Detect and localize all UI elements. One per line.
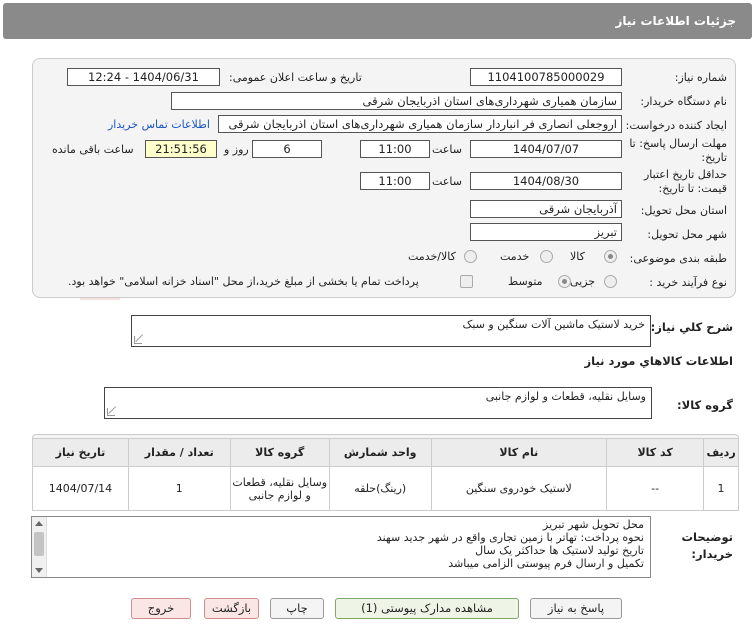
category-option-goods: کالا (570, 250, 585, 263)
category-option-both: کالا/خدمت (408, 250, 456, 263)
note-line: محل تحویل شهر تبریز (543, 518, 644, 531)
summary-label: شرح کلي نياز: (650, 320, 733, 334)
scroll-down-icon[interactable] (35, 568, 43, 573)
need-number-label: شماره نیاز: (674, 71, 727, 84)
cell-code: -- (606, 466, 705, 511)
deadline-date-field: 1404/07/07 (470, 140, 622, 158)
resize-grip[interactable] (107, 408, 115, 416)
deadline-time-field: 11:00 (360, 140, 430, 158)
cell-unit: (رینگ)حلقه (328, 466, 432, 511)
buyer-notes-label-2: خریدار: (691, 547, 733, 561)
validity-time-field: 11:00 (360, 172, 430, 190)
goods-table: ردیف کد کالا نام کالا واحد شمارش گروه کا… (32, 438, 739, 511)
print-button[interactable]: چاپ (270, 598, 324, 619)
process-label: نوع فرآیند خرید : (649, 276, 727, 289)
days-field: 6 (252, 140, 322, 158)
category-radio-both[interactable] (464, 250, 477, 263)
validity-label: حداقل تاریخ اعتبار (643, 168, 727, 181)
days-label: روز و (224, 143, 249, 156)
col-header: تاریخ نیاز (32, 438, 129, 467)
view-attachments-button[interactable]: مشاهده مدارک پیوستی (1) (335, 598, 519, 619)
deadline-label-date: تاریخ: (701, 151, 727, 164)
payment-note: پرداخت تمام یا بخشی از مبلغ خرید،از محل … (68, 275, 419, 288)
city-label: شهر محل تحویل: (647, 228, 727, 241)
process-radio-medium[interactable] (558, 275, 571, 288)
buyer-notes-box: محل تحویل شهر تبریز نحوه پرداخت: تهاتر ب… (31, 516, 651, 578)
contact-buyer-link[interactable]: اطلاعات تماس خریدار (108, 118, 210, 131)
back-button[interactable]: بازگشت (204, 598, 259, 619)
province-label: استان محل تحویل: (640, 204, 727, 217)
buyer-org-field: سازمان همیاری شهرداری‌های استان اذربایجا… (171, 92, 622, 110)
exit-button[interactable]: خروج (131, 598, 191, 619)
notes-scrollbar[interactable] (32, 517, 47, 577)
scroll-up-icon[interactable] (35, 521, 43, 526)
goods-group-textarea: وسایل نقلیه، قطعات و لوازم جانبی (104, 387, 652, 419)
scroll-thumb[interactable] (34, 532, 44, 556)
summary-text: خرید لاستیک ماشین آلات سنگین و سبک (462, 318, 646, 331)
col-header: ردیف (703, 438, 739, 467)
note-line: تکمیل و ارسال فرم پیوستی الزامی میباشد (448, 557, 644, 570)
announce-label: تاریخ و ساعت اعلان عمومی: (229, 71, 362, 84)
goods-section-title: اطلاعات کالاهاي مورد نياز (584, 354, 733, 368)
cell-name: لاستیک خودروی سنگین (430, 466, 608, 511)
category-option-service: خدمت (500, 250, 530, 263)
goods-group-label: گروه کالا: (677, 398, 733, 412)
deadline-time-label: ساعت (432, 143, 462, 156)
process-option-minor: جزیی (570, 275, 596, 288)
title-bar: جزئیات اطلاعات نیاز (3, 3, 752, 39)
need-number-field: 1104100785000029 (470, 68, 622, 86)
col-header: کد کالا (606, 438, 705, 467)
reply-button[interactable]: پاسخ به نیاز (530, 598, 622, 619)
validity-label-date: قیمت: تا تاریخ: (658, 182, 727, 195)
note-line: نحوه پرداخت: تهاتر با زمین تجاری واقع در… (376, 531, 644, 544)
requester-field: اروجعلی انصاری فر انباردار سازمان همیاری… (218, 115, 622, 133)
cell-group: وسایل نقلیه، قطعات و لوازم جانبی (229, 466, 330, 511)
category-label: طبقه بندی موضوعی: (629, 252, 727, 265)
action-bar: پاسخ به نیاز مشاهده مدارک پیوستی (1) چاپ… (0, 594, 755, 628)
page-title: جزئیات اطلاعات نیاز (615, 14, 736, 28)
table-header-row: ردیف کد کالا نام کالا واحد شمارش گروه کا… (32, 438, 739, 467)
cell-row: 1 (703, 466, 739, 511)
resize-grip[interactable] (134, 336, 142, 344)
category-radio-goods[interactable] (604, 250, 617, 263)
requester-label: ایجاد کننده درخواست: (625, 119, 727, 132)
goods-group-text: وسایل نقلیه، قطعات و لوازم جانبی (485, 390, 646, 403)
announce-field: 1404/06/31 - 12:24 (67, 68, 220, 86)
table-row: 1 -- لاستیک خودروی سنگین (رینگ)حلقه وسای… (32, 466, 739, 511)
note-line: تاریخ تولید لاستیک ها حداکثر یک سال (475, 544, 644, 557)
buyer-notes-label: توضیحات (681, 530, 734, 544)
col-header: واحد شمارش (328, 438, 432, 467)
category-radio-service[interactable] (540, 250, 553, 263)
summary-textarea: خرید لاستیک ماشین آلات سنگین و سبک (131, 315, 651, 347)
col-header: تعداد / مقدار (127, 438, 231, 467)
process-radio-minor[interactable] (604, 275, 617, 288)
validity-time-label: ساعت (432, 175, 462, 188)
city-field: تبریز (470, 223, 622, 241)
remaining-label: ساعت باقی مانده (52, 143, 134, 156)
deadline-label: مهلت ارسال پاسخ: تا (629, 137, 727, 150)
cell-date: 1404/07/14 (32, 466, 129, 511)
province-field: آذربایجان شرقی (470, 200, 622, 218)
cell-qty: 1 (127, 466, 231, 511)
remaining-time-field: 21:51:56 (145, 140, 217, 158)
validity-date-field: 1404/08/30 (470, 172, 622, 190)
buyer-org-label: نام دستگاه خریدار: (640, 95, 727, 108)
treasury-checkbox[interactable] (460, 275, 473, 288)
col-header: گروه کالا (229, 438, 330, 467)
col-header: نام کالا (430, 438, 608, 467)
process-option-medium: متوسط (508, 275, 543, 288)
